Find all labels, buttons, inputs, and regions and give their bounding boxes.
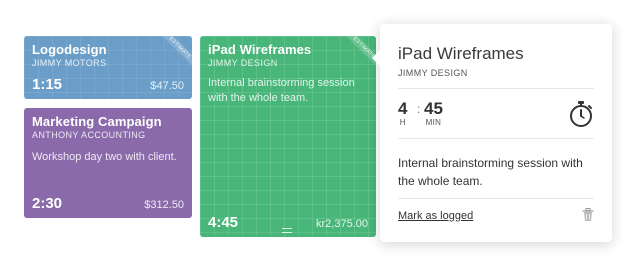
entry-client: JIMMY MOTORS — [32, 58, 107, 68]
minutes-unit: MIN — [425, 118, 442, 127]
divider — [398, 138, 594, 139]
time-separator: : — [417, 102, 421, 116]
entry-description: Workshop day two with client. — [32, 151, 177, 163]
entry-amount: $312.50 — [144, 199, 184, 211]
entry-amount: $47.50 — [150, 80, 184, 92]
entry-title: Marketing Campaign — [32, 114, 162, 129]
entry-duration: 1:15 — [32, 76, 63, 93]
entry-duration: 2:30 — [32, 195, 63, 212]
popover-client: JIMMY DESIGN — [398, 68, 468, 78]
mark-as-logged-link[interactable]: Mark as logged — [398, 210, 473, 222]
entry-detail-popover: iPad Wireframes JIMMY DESIGN 4 H : 45 MI… — [372, 24, 612, 242]
popover-title: iPad Wireframes — [398, 44, 524, 63]
entry-card-marketing-campaign[interactable]: Marketing Campaign ANTHONY ACCOUNTING Wo… — [24, 108, 192, 218]
hours-value: 4 — [398, 99, 408, 118]
entry-duration: 4:45 — [208, 214, 239, 231]
entry-description: Internal brainstorming session with the … — [208, 77, 355, 104]
estimate-ribbon: ESTIMATE — [155, 36, 192, 73]
entry-title: Logodesign — [32, 42, 107, 57]
minutes-value: 45 — [424, 99, 443, 118]
hours-display: 4 H — [398, 99, 408, 128]
entry-card-logodesign[interactable]: ESTIMATE Logodesign JIMMY MOTORS 1:15 $4… — [24, 36, 192, 99]
resize-handle[interactable] — [282, 228, 292, 233]
hours-unit: H — [399, 118, 406, 127]
popover-description: Internal brainstorming session with the … — [398, 156, 583, 188]
minutes-display: 45 MIN — [424, 99, 443, 128]
entry-title: iPad Wireframes — [208, 42, 312, 57]
stopwatch-icon[interactable] — [568, 100, 594, 133]
entry-client: ANTHONY ACCOUNTING — [32, 130, 146, 140]
popover-arrow — [372, 50, 380, 66]
trash-icon[interactable] — [582, 208, 594, 227]
entry-amount: kr2,375.00 — [316, 218, 368, 230]
divider — [398, 88, 594, 89]
entry-client: JIMMY DESIGN — [208, 58, 278, 68]
divider — [398, 198, 594, 199]
entry-card-ipad-wireframes[interactable]: ESTIMATE iPad Wireframes JIMMY DESIGN In… — [200, 36, 376, 237]
estimate-ribbon: ESTIMATE — [339, 36, 376, 73]
